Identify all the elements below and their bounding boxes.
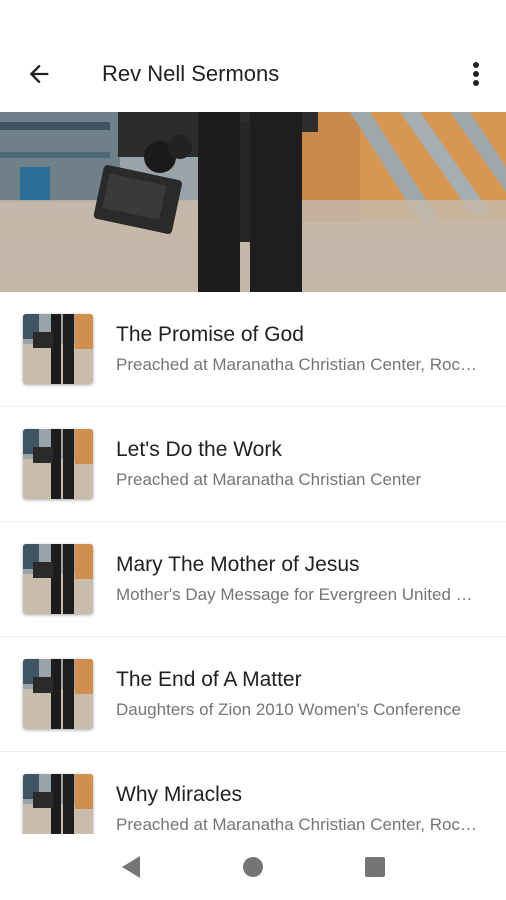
page-title: Rev Nell Sermons bbox=[102, 61, 280, 86]
nav-back-triangle-icon bbox=[122, 856, 140, 878]
sermon-title: Let's Do the Work bbox=[116, 438, 282, 461]
list-item[interactable]: Let's Do the Work Preached at Maranatha … bbox=[0, 407, 506, 522]
sermon-title: The End of A Matter bbox=[116, 668, 302, 691]
nav-back-button[interactable] bbox=[101, 837, 161, 897]
sermon-title: The Promise of God bbox=[116, 323, 304, 346]
back-button[interactable] bbox=[0, 36, 78, 112]
sermon-list: The Promise of God Preached at Maranatha… bbox=[0, 292, 506, 834]
sermon-subtitle: Mother's Day Message for Evergreen Unite… bbox=[116, 585, 484, 604]
nav-home-button[interactable] bbox=[223, 837, 283, 897]
list-item[interactable]: The Promise of God Preached at Maranatha… bbox=[0, 292, 506, 407]
nav-recents-square-icon bbox=[365, 857, 385, 877]
sermon-subtitle: Preached at Maranatha Christian Center, … bbox=[116, 815, 484, 834]
sermon-title: Why Miracles bbox=[116, 783, 243, 806]
sermon-thumbnail bbox=[23, 659, 93, 729]
hero-image bbox=[0, 112, 506, 292]
sermon-thumbnail bbox=[23, 429, 93, 499]
sermon-thumbnail bbox=[23, 314, 93, 384]
hero-photo bbox=[0, 112, 506, 292]
system-nav-bar bbox=[0, 834, 506, 900]
sermon-title: Mary The Mother of Jesus bbox=[116, 553, 360, 576]
more-vert-icon bbox=[473, 62, 479, 86]
sermon-subtitle: Preached at Maranatha Christian Center, … bbox=[116, 355, 484, 374]
sermon-subtitle: Daughters of Zion 2010 Women's Conferenc… bbox=[116, 700, 462, 719]
list-item[interactable]: The End of A Matter Daughters of Zion 20… bbox=[0, 637, 506, 752]
nav-home-circle-icon bbox=[243, 857, 263, 877]
list-item[interactable]: Mary The Mother of Jesus Mother's Day Me… bbox=[0, 522, 506, 637]
list-item[interactable]: Why Miracles Preached at Maranatha Chris… bbox=[0, 752, 506, 834]
app-bar: Rev Nell Sermons bbox=[0, 36, 506, 112]
sermon-thumbnail bbox=[23, 774, 93, 834]
status-bar bbox=[0, 0, 506, 36]
overflow-menu-button[interactable] bbox=[446, 36, 506, 112]
sermon-subtitle: Preached at Maranatha Christian Center bbox=[116, 470, 422, 489]
arrow-back-icon bbox=[29, 64, 49, 84]
nav-recents-button[interactable] bbox=[345, 837, 405, 897]
sermon-thumbnail bbox=[23, 544, 93, 614]
